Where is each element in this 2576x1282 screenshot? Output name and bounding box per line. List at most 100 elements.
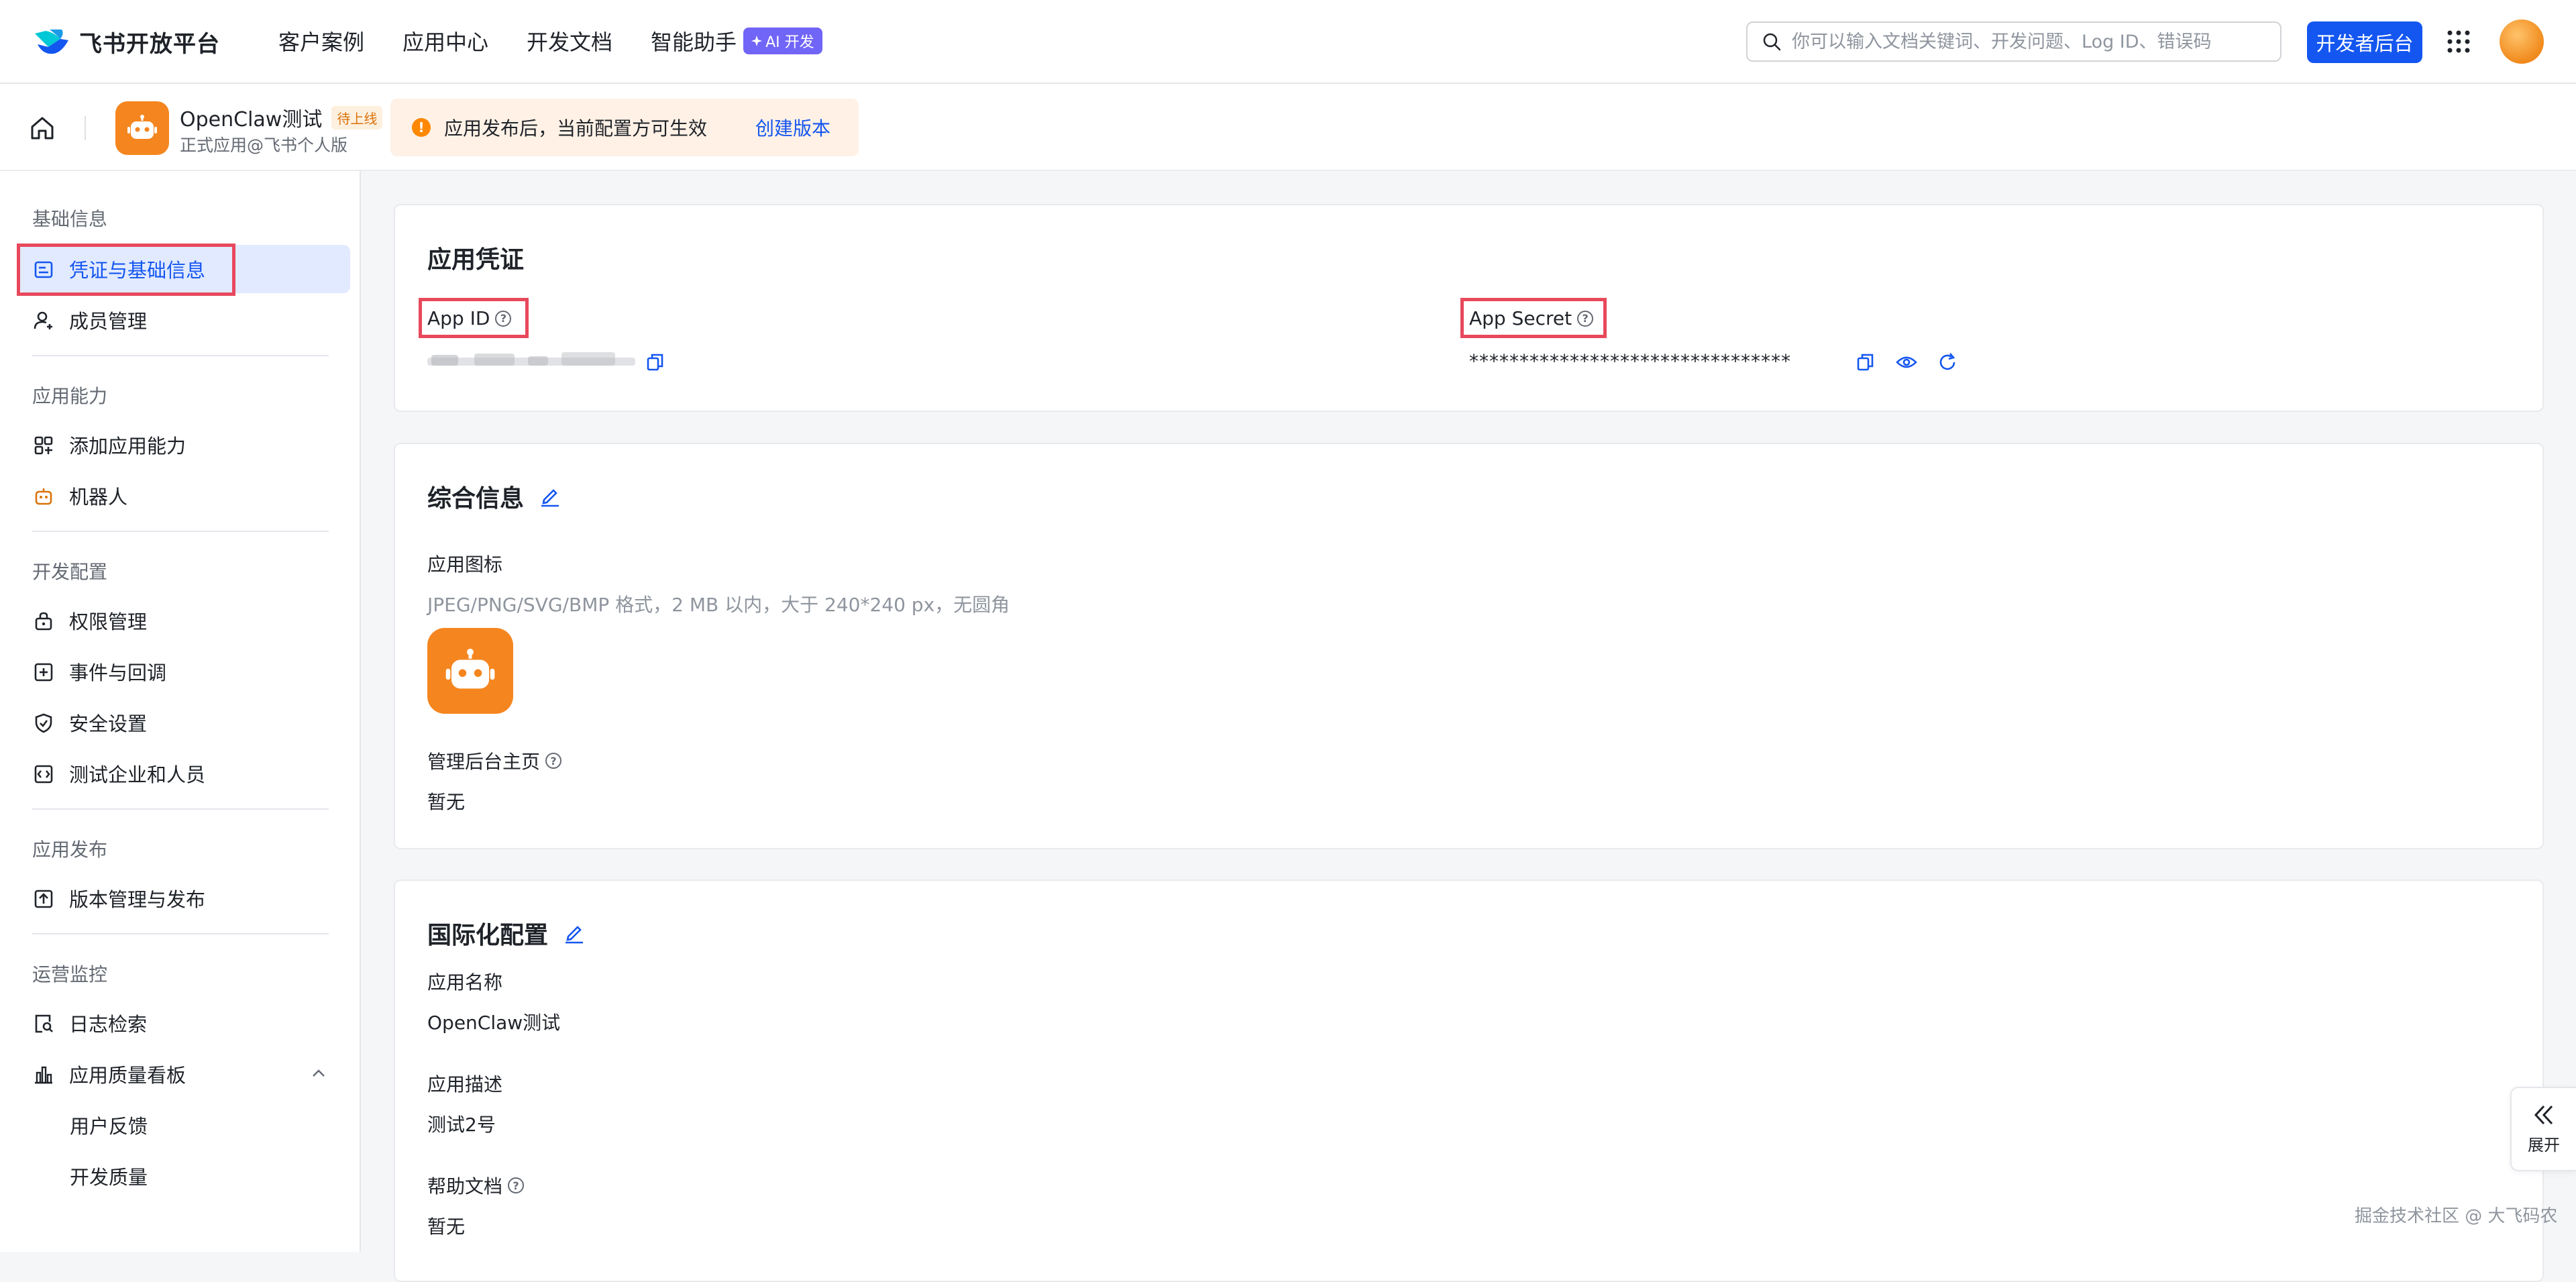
- sidebar-item-label: 机器人: [69, 486, 128, 509]
- highlight-annotation: [419, 298, 529, 338]
- refresh-icon[interactable]: [1937, 352, 1957, 372]
- sparkle-icon: [751, 36, 763, 46]
- warning-icon: !: [412, 118, 431, 137]
- sidebar-item-add-capability[interactable]: 添加应用能力: [19, 421, 350, 469]
- app-icon-label: 应用图标: [427, 553, 503, 576]
- double-chevron-left-icon: [2534, 1105, 2553, 1124]
- sidebar-item-dev-quality[interactable]: 开发质量: [19, 1152, 350, 1200]
- chevron-up-icon: [313, 1069, 325, 1077]
- sidebar-item-version[interactable]: 版本管理与发布: [19, 874, 350, 922]
- expand-panel-button[interactable]: 展开: [2510, 1087, 2576, 1171]
- sidebar-item-security[interactable]: 安全设置: [19, 698, 350, 747]
- sidebar-group-ops: 运营监控: [32, 963, 108, 985]
- sidebar-item-label: 用户反馈: [70, 1115, 148, 1138]
- search-input[interactable]: [1790, 30, 2263, 53]
- robot-icon: [127, 115, 157, 139]
- sidebar-item-label: 事件与回调: [69, 661, 167, 684]
- sidebar-item-label: 日志检索: [69, 1013, 148, 1036]
- credentials-card: 应用凭证 App ID ? App Secret ? *************…: [394, 204, 2544, 412]
- feishu-logo-icon: [35, 29, 68, 54]
- admin-home-label: 管理后台主页 ?: [427, 747, 562, 774]
- sidebar-item-events[interactable]: 事件与回调: [19, 647, 350, 696]
- sidebar-group-basic: 基础信息: [32, 208, 108, 230]
- app-header-bar: OpenClaw测试 待上线 正式应用@飞书个人版 ! 应用发布后，当前配置方可…: [0, 84, 2576, 171]
- divider: [85, 116, 86, 140]
- watermark: 掘金技术社区 @ 大飞码农: [2355, 1206, 2558, 1226]
- nav-ai-assistant[interactable]: 智能助手 AI 开发: [651, 25, 822, 56]
- general-info-card: 综合信息 应用图标 JPEG/PNG/SVG/BMP 格式，2 MB 以内，大于…: [394, 443, 2544, 849]
- expand-label: 展开: [2528, 1135, 2560, 1155]
- nav-ai-assistant-label: 智能助手: [651, 30, 737, 55]
- sidebar-group-release: 应用发布: [32, 839, 108, 861]
- nav-customer-cases[interactable]: 客户案例: [278, 25, 364, 56]
- help-doc-label: 帮助文档 ?: [427, 1172, 525, 1199]
- app-name: OpenClaw测试 待上线: [180, 103, 383, 132]
- admin-home-label-text: 管理后台主页: [427, 751, 541, 773]
- sidebar-item-quality[interactable]: 应用质量看板: [19, 1050, 350, 1098]
- sidebar-group-capability: 应用能力: [32, 385, 108, 407]
- divider: [32, 531, 329, 532]
- general-info-title: 综合信息: [427, 479, 561, 514]
- top-navigation-bar: 飞书开放平台 客户案例 应用中心 开发文档 智能助手 AI 开发 开发者后台: [0, 0, 2576, 84]
- question-icon[interactable]: ?: [545, 753, 562, 769]
- main-nav: 客户案例 应用中心 开发文档 智能助手 AI 开发: [278, 25, 822, 56]
- divider: [32, 808, 329, 810]
- general-info-title-text: 综合信息: [427, 485, 525, 513]
- app-desc-value: 测试2号: [427, 1114, 496, 1136]
- apps-grid-icon[interactable]: [2447, 30, 2471, 54]
- sidebar-item-bot[interactable]: 机器人: [19, 472, 350, 520]
- highlight-annotation: [17, 244, 235, 296]
- sidebar-item-label: 测试企业和人员: [69, 763, 206, 786]
- eye-icon[interactable]: [1896, 353, 1917, 372]
- help-doc-value: 暂无: [427, 1216, 466, 1238]
- sidebar-item-label: 开发质量: [70, 1166, 148, 1189]
- user-avatar[interactable]: [2500, 19, 2544, 64]
- admin-home-value: 暂无: [427, 791, 466, 813]
- create-version-link[interactable]: 创建版本: [755, 114, 830, 141]
- app-desc-label: 应用描述: [427, 1073, 503, 1096]
- lock-icon: [35, 612, 52, 631]
- nav-dev-docs[interactable]: 开发文档: [527, 25, 612, 56]
- app-name-text: OpenClaw测试: [180, 108, 323, 131]
- sidebar-group-dev-config: 开发配置: [32, 561, 108, 583]
- search-icon: [1763, 33, 1781, 51]
- event-icon: [34, 663, 53, 682]
- edit-icon[interactable]: [563, 922, 586, 945]
- ai-dev-badge: AI 开发: [743, 28, 822, 54]
- app-subtitle: 正式应用@飞书个人版: [180, 136, 348, 155]
- question-icon[interactable]: ?: [508, 1177, 525, 1193]
- sidebar-item-members[interactable]: 成员管理: [19, 296, 350, 344]
- app-icon-upload[interactable]: [427, 628, 513, 714]
- sidebar-item-feedback[interactable]: 用户反馈: [19, 1101, 350, 1149]
- brand[interactable]: 飞书开放平台: [34, 25, 220, 58]
- nav-app-center[interactable]: 应用中心: [402, 25, 488, 56]
- ai-dev-badge-label: AI 开发: [765, 34, 814, 51]
- home-icon[interactable]: [30, 116, 55, 140]
- log-search-icon: [35, 1014, 53, 1033]
- divider: [32, 933, 329, 934]
- app-name-label: 应用名称: [427, 971, 503, 994]
- developer-console-button[interactable]: 开发者后台: [2307, 21, 2422, 63]
- upload-icon: [34, 890, 53, 908]
- edit-icon[interactable]: [539, 485, 561, 508]
- app-icon-hint: JPEG/PNG/SVG/BMP 格式，2 MB 以内，大于 240*240 p…: [427, 594, 1010, 616]
- sidebar-item-label: 安全设置: [69, 712, 148, 735]
- robot-icon: [445, 649, 495, 689]
- bar-chart-icon: [35, 1066, 52, 1084]
- sidebar-item-test-enterprise[interactable]: 测试企业和人员: [19, 749, 350, 798]
- sidebar-item-log-search[interactable]: 日志检索: [19, 999, 350, 1047]
- brand-name: 飞书开放平台: [79, 31, 220, 58]
- sidebar-item-permissions[interactable]: 权限管理: [19, 596, 350, 645]
- user-add-icon: [34, 311, 52, 329]
- search-box[interactable]: [1746, 21, 2282, 62]
- sidebar-item-label: 版本管理与发布: [69, 888, 206, 911]
- copy-icon[interactable]: [1856, 353, 1875, 372]
- sidebar: 基础信息 凭证与基础信息 成员管理 应用能力 添加应用能力 机器人 开发配置 权…: [0, 171, 361, 1252]
- code-icon: [34, 765, 53, 784]
- add-apps-icon: [34, 436, 53, 455]
- app-avatar: [115, 101, 169, 155]
- copy-icon[interactable]: [646, 353, 665, 372]
- sidebar-item-label: 添加应用能力: [69, 435, 186, 458]
- divider: [32, 355, 329, 356]
- sidebar-item-label: 应用质量看板: [69, 1064, 186, 1087]
